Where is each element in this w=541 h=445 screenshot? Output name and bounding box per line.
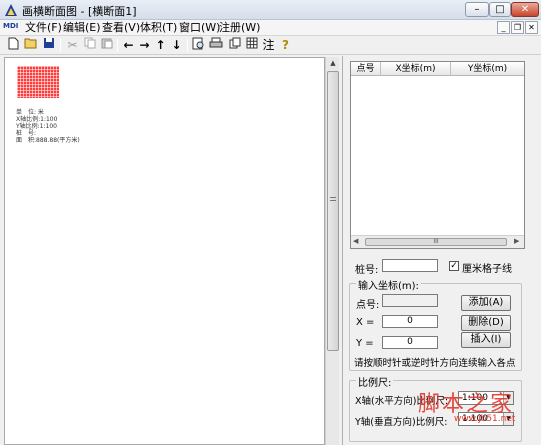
column-y[interactable]: Y坐标(m) xyxy=(451,62,524,76)
table-header: 点号 X坐标(m) Y坐标(m) xyxy=(351,62,524,76)
input-hint: 请按顺时针或逆时针方向连续输入各点 xyxy=(354,358,516,369)
column-point[interactable]: 点号 xyxy=(351,62,381,76)
x-scale-label: X轴比例:1:100 xyxy=(16,116,58,123)
centimeter-grid xyxy=(17,66,59,98)
table-horizontal-scrollbar[interactable]: ◀ III ▶ xyxy=(351,235,524,248)
toolbar: ✂ ← → ↑ ↓ 注 ? xyxy=(0,36,541,55)
print-preview-icon[interactable] xyxy=(190,37,207,53)
add-button[interactable]: 添加(A) xyxy=(461,295,511,311)
new-file-icon[interactable] xyxy=(4,37,21,53)
grid-checkbox-label: 厘米格子线 xyxy=(462,264,512,275)
arrow-down-icon[interactable]: ↓ xyxy=(168,37,185,53)
menu-bar: MDI 文件(F) 编辑(E) 查看(V) 体积(T) 窗口(W) 注册(W) … xyxy=(0,20,541,36)
menu-file[interactable]: 文件(F) xyxy=(22,21,65,35)
scale-group-legend: 比例尺: xyxy=(356,374,394,389)
vertical-scrollbar[interactable]: ▲ xyxy=(325,57,339,445)
minimize-icon[interactable]: – xyxy=(465,2,489,17)
input-group-legend: 输入坐标(m): xyxy=(356,277,421,292)
save-icon[interactable] xyxy=(40,37,57,53)
copy-view-icon[interactable] xyxy=(226,37,243,53)
menu-register[interactable]: 注册(W) xyxy=(216,21,263,35)
arrow-up-icon[interactable]: ↑ xyxy=(152,37,169,53)
scroll-up-icon[interactable]: ▲ xyxy=(327,57,339,69)
drawing-canvas[interactable]: 单 位: 米 X轴比例:1:100 Y轴比例:1:100 桩 号: 面 积:88… xyxy=(4,57,325,445)
window-title: 画横断面图 - [横断面1] xyxy=(22,5,137,18)
toolbar-separator xyxy=(60,39,61,52)
column-x[interactable]: X坐标(m) xyxy=(381,62,451,76)
toolbar-separator xyxy=(187,39,188,52)
annotate-button[interactable]: 注 xyxy=(260,37,277,53)
arrow-right-icon[interactable]: → xyxy=(136,37,153,53)
scroll-left-icon[interactable]: ◀ xyxy=(353,237,358,245)
grip-icon xyxy=(330,197,336,201)
x-coordinate-input[interactable]: 0 xyxy=(382,315,438,328)
mdi-close-icon[interactable]: ✕ xyxy=(525,21,538,34)
y-coordinate-label: Y = xyxy=(356,338,374,349)
station-label: 桩 号: xyxy=(16,130,37,137)
close-icon[interactable]: ✕ xyxy=(511,2,539,17)
unit-label: 单 位: 米 xyxy=(16,109,44,116)
document-icon[interactable]: MDI xyxy=(3,22,18,30)
table-scroll-thumb[interactable]: III xyxy=(365,238,507,246)
grid-icon[interactable] xyxy=(243,37,260,53)
delete-button[interactable]: 删除(D) xyxy=(461,315,511,331)
point-number-label: 点号: xyxy=(356,300,380,311)
watermark-url: www.jb51.net xyxy=(454,414,516,424)
print-icon[interactable] xyxy=(207,37,224,53)
menu-edit[interactable]: 编辑(E) xyxy=(60,21,104,35)
menu-volume[interactable]: 体积(T) xyxy=(137,21,180,35)
mdi-restore-icon[interactable]: ❐ xyxy=(511,21,524,34)
open-folder-icon[interactable] xyxy=(22,37,39,53)
area-label: 面 积:888.88(平方米) xyxy=(16,137,80,144)
paste-icon[interactable] xyxy=(98,37,115,53)
mdi-minimize-icon[interactable]: _ xyxy=(497,21,510,34)
help-icon[interactable]: ? xyxy=(277,37,294,53)
maximize-icon[interactable]: □ xyxy=(489,2,511,17)
app-icon xyxy=(5,4,17,16)
station-field-label: 桩号: xyxy=(355,265,379,276)
copy-icon[interactable] xyxy=(81,37,98,53)
points-table[interactable]: 点号 X坐标(m) Y坐标(m) ◀ III ▶ xyxy=(350,61,525,249)
y-coordinate-input[interactable]: 0 xyxy=(382,336,438,349)
toolbar-separator xyxy=(117,39,118,52)
x-coordinate-label: X = xyxy=(356,317,375,328)
station-input[interactable] xyxy=(382,259,438,272)
grid-checkbox[interactable]: ✓ xyxy=(449,261,459,271)
scroll-right-icon[interactable]: ▶ xyxy=(514,237,519,245)
scroll-thumb[interactable] xyxy=(327,71,339,351)
cut-icon[interactable]: ✂ xyxy=(64,37,81,53)
y-scale-label: Y轴比例:1:100 xyxy=(16,123,57,130)
arrow-left-icon[interactable]: ← xyxy=(120,37,137,53)
point-number-input[interactable] xyxy=(382,294,438,307)
insert-button[interactable]: 插入(I) xyxy=(461,332,511,348)
title-bar: 画横断面图 - [横断面1] – □ ✕ xyxy=(0,0,541,20)
